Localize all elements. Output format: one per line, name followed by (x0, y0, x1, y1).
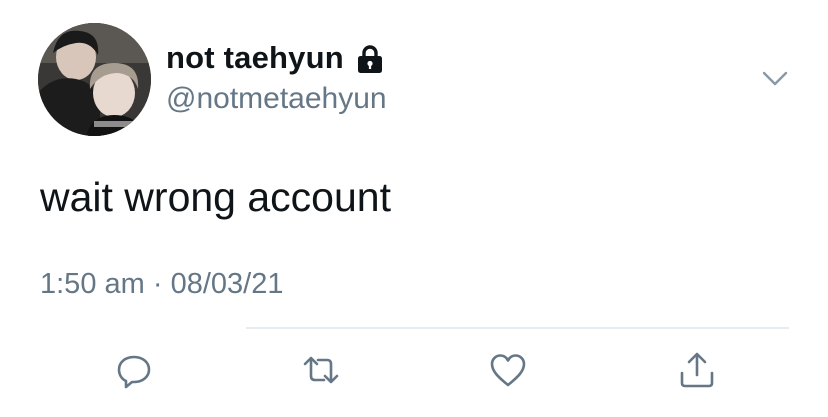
lock-icon (357, 44, 383, 74)
tweet-time: 1:50 am (40, 268, 145, 300)
tweet-date: 08/03/21 (170, 268, 284, 300)
retweet-icon[interactable] (301, 350, 341, 390)
reply-icon[interactable] (114, 350, 154, 390)
chevron-down-icon[interactable] (760, 64, 790, 92)
tweet-timestamp: 1:50 am · 08/03/21 (40, 264, 283, 304)
display-name-text: not taehyun (166, 40, 344, 75)
divider (246, 327, 789, 329)
share-icon[interactable] (677, 350, 717, 390)
like-icon[interactable] (488, 350, 528, 390)
meta-separator: · (152, 268, 163, 300)
tweet-text: wait wrong account (40, 174, 391, 220)
display-name[interactable]: not taehyun (166, 38, 383, 78)
handle[interactable]: @notmetaehyun (166, 80, 387, 118)
avatar[interactable] (38, 23, 151, 136)
